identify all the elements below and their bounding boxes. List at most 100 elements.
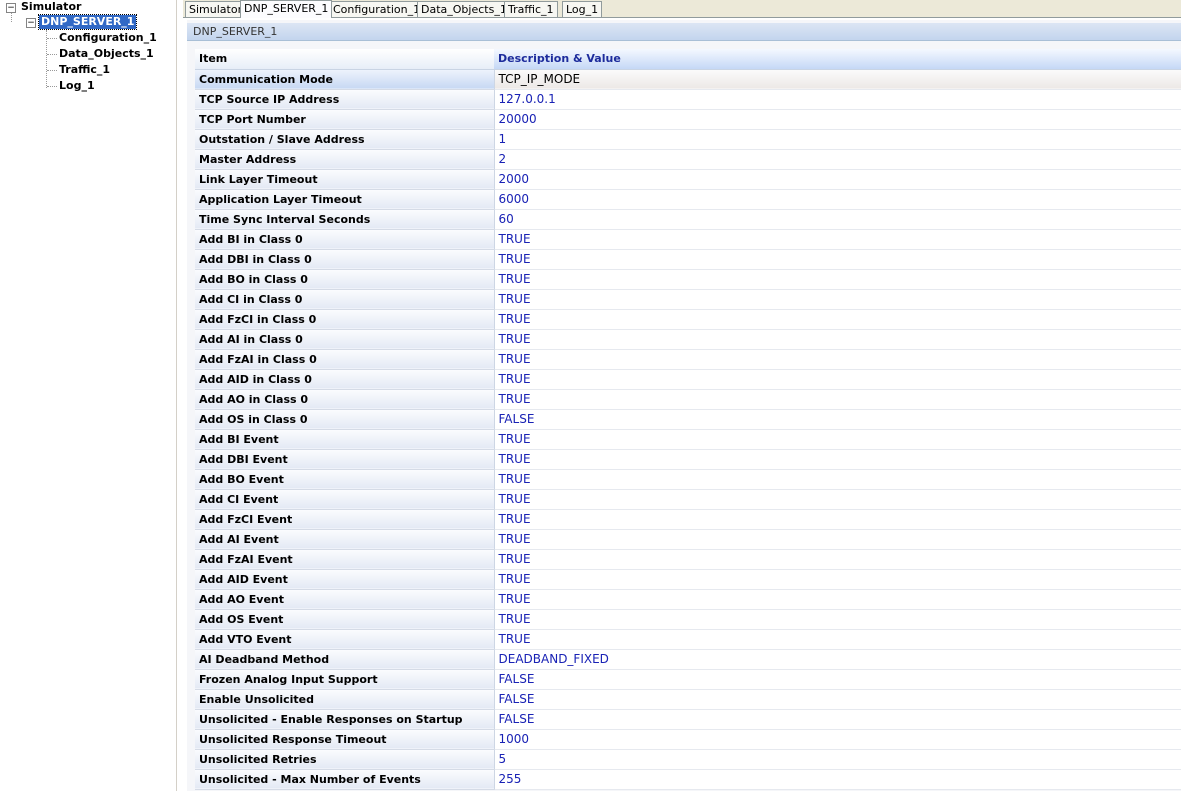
- property-value[interactable]: TRUE: [494, 469, 1181, 490]
- table-row[interactable]: Add OS in Class 0 FALSE: [195, 409, 1181, 430]
- tree-line: [47, 54, 57, 55]
- property-value[interactable]: 1: [494, 129, 1181, 150]
- property-name: Add OS Event: [195, 609, 495, 630]
- tree-node-log[interactable]: Log_1: [59, 79, 95, 93]
- property-value[interactable]: 60: [494, 209, 1181, 230]
- tab-simulator[interactable]: Simulator: [185, 1, 247, 17]
- table-row[interactable]: Link Layer Timeout 2000: [195, 169, 1181, 190]
- property-value[interactable]: TRUE: [494, 429, 1181, 450]
- table-row[interactable]: Unsolicited - Max Number of Events 255: [195, 769, 1181, 790]
- table-row[interactable]: Outstation / Slave Address 1: [195, 129, 1181, 150]
- property-value[interactable]: FALSE: [494, 669, 1181, 690]
- property-value[interactable]: TRUE: [494, 449, 1181, 470]
- table-row[interactable]: Add BI in Class 0 TRUE: [195, 229, 1181, 250]
- table-row[interactable]: Enable Unsolicited FALSE: [195, 689, 1181, 710]
- property-name: Add FzCI in Class 0: [195, 309, 495, 330]
- table-row[interactable]: Frozen Analog Input Support FALSE: [195, 669, 1181, 690]
- table-row[interactable]: Unsolicited Response Timeout 1000: [195, 729, 1181, 750]
- property-value[interactable]: 127.0.0.1: [494, 89, 1181, 110]
- table-row[interactable]: Add OS Event TRUE: [195, 609, 1181, 630]
- table-row[interactable]: Unsolicited Retries 5: [195, 749, 1181, 770]
- property-value[interactable]: TRUE: [494, 289, 1181, 310]
- property-value[interactable]: FALSE: [494, 709, 1181, 730]
- table-row[interactable]: Time Sync Interval Seconds 60: [195, 209, 1181, 230]
- property-value[interactable]: TRUE: [494, 329, 1181, 350]
- property-name: TCP Port Number: [195, 109, 495, 130]
- table-row[interactable]: Add BI Event TRUE: [195, 429, 1181, 450]
- tab-traffic[interactable]: Traffic_1: [504, 1, 558, 17]
- property-value[interactable]: TRUE: [494, 269, 1181, 290]
- property-value[interactable]: 20000: [494, 109, 1181, 130]
- property-grid: Item Description & Value Communication M…: [195, 49, 1181, 790]
- tab-log[interactable]: Log_1: [562, 1, 603, 17]
- property-value[interactable]: FALSE: [494, 409, 1181, 430]
- property-value[interactable]: TRUE: [494, 489, 1181, 510]
- table-row[interactable]: Add DBI in Class 0 TRUE: [195, 249, 1181, 270]
- table-row[interactable]: Add AO in Class 0 TRUE: [195, 389, 1181, 410]
- table-row[interactable]: Add FzCI Event TRUE: [195, 509, 1181, 530]
- table-row[interactable]: Add AID in Class 0 TRUE: [195, 369, 1181, 390]
- tab-configuration[interactable]: Configuration_1: [329, 1, 425, 17]
- property-value[interactable]: TRUE: [494, 509, 1181, 530]
- table-row[interactable]: Unsolicited - Enable Responses on Startu…: [195, 709, 1181, 730]
- property-value[interactable]: TRUE: [494, 549, 1181, 570]
- property-value[interactable]: TRUE: [494, 629, 1181, 650]
- property-value[interactable]: TRUE: [494, 249, 1181, 270]
- property-name: Add VTO Event: [195, 629, 495, 650]
- table-row[interactable]: Master Address 2: [195, 149, 1181, 170]
- table-row[interactable]: Add BO in Class 0 TRUE: [195, 269, 1181, 290]
- property-value[interactable]: TCP_IP_MODE: [494, 69, 1181, 90]
- property-value[interactable]: TRUE: [494, 229, 1181, 250]
- table-row[interactable]: Add FzAI Event TRUE: [195, 549, 1181, 570]
- table-row[interactable]: Add AID Event TRUE: [195, 569, 1181, 590]
- tab-data-objects[interactable]: Data_Objects_1: [417, 1, 511, 17]
- property-value[interactable]: 1000: [494, 729, 1181, 750]
- table-row[interactable]: AI Deadband Method DEADBAND_FIXED: [195, 649, 1181, 670]
- tree-node-simulator[interactable]: Simulator: [21, 0, 81, 14]
- property-value[interactable]: 5: [494, 749, 1181, 770]
- table-row[interactable]: Add AO Event TRUE: [195, 589, 1181, 610]
- collapse-icon[interactable]: −: [26, 18, 36, 28]
- tab-dnp-server[interactable]: DNP_SERVER_1: [240, 0, 333, 18]
- table-row[interactable]: Add FzAI in Class 0 TRUE: [195, 349, 1181, 370]
- collapse-icon[interactable]: −: [6, 3, 16, 13]
- property-value[interactable]: TRUE: [494, 569, 1181, 590]
- property-value[interactable]: DEADBAND_FIXED: [494, 649, 1181, 670]
- property-value[interactable]: 6000: [494, 189, 1181, 210]
- tree-node-data-objects[interactable]: Data_Objects_1: [59, 47, 154, 61]
- property-value[interactable]: 2: [494, 149, 1181, 170]
- column-header-value[interactable]: Description & Value: [494, 49, 1181, 70]
- property-value[interactable]: FALSE: [494, 689, 1181, 710]
- table-row[interactable]: Add FzCI in Class 0 TRUE: [195, 309, 1181, 330]
- property-value[interactable]: TRUE: [494, 369, 1181, 390]
- table-row[interactable]: Add CI Event TRUE: [195, 489, 1181, 510]
- properties-panel: DNP_SERVER_1 Item Description & Value Co…: [187, 20, 1181, 791]
- table-row[interactable]: Communication Mode TCP_IP_MODE: [195, 69, 1181, 90]
- tree-node-traffic[interactable]: Traffic_1: [59, 63, 110, 77]
- property-value[interactable]: TRUE: [494, 529, 1181, 550]
- property-value[interactable]: TRUE: [494, 589, 1181, 610]
- table-row[interactable]: Add AI in Class 0 TRUE: [195, 329, 1181, 350]
- property-value[interactable]: TRUE: [494, 349, 1181, 370]
- table-row[interactable]: Add VTO Event TRUE: [195, 629, 1181, 650]
- property-value[interactable]: TRUE: [494, 309, 1181, 330]
- tab-strip: Simulator DNP_SERVER_1 Configuration_1 D…: [183, 0, 1181, 18]
- tree-view[interactable]: − Simulator − DNP_SERVER_1 Configuration…: [0, 0, 177, 791]
- property-value[interactable]: 255: [494, 769, 1181, 790]
- tree-node-configuration[interactable]: Configuration_1: [59, 31, 157, 45]
- property-name: Add AID in Class 0: [195, 369, 495, 390]
- tree-node-dnp-server[interactable]: DNP_SERVER_1: [37, 14, 138, 30]
- table-row[interactable]: Add CI in Class 0 TRUE: [195, 289, 1181, 310]
- property-name: Master Address: [195, 149, 495, 170]
- table-row[interactable]: Application Layer Timeout 6000: [195, 189, 1181, 210]
- property-name: Add DBI in Class 0: [195, 249, 495, 270]
- property-value[interactable]: TRUE: [494, 609, 1181, 630]
- table-row[interactable]: TCP Port Number 20000: [195, 109, 1181, 130]
- table-row[interactable]: Add AI Event TRUE: [195, 529, 1181, 550]
- column-header-item[interactable]: Item: [195, 49, 494, 70]
- table-row[interactable]: Add DBI Event TRUE: [195, 449, 1181, 470]
- table-row[interactable]: TCP Source IP Address 127.0.0.1: [195, 89, 1181, 110]
- property-value[interactable]: 2000: [494, 169, 1181, 190]
- property-value[interactable]: TRUE: [494, 389, 1181, 410]
- table-row[interactable]: Add BO Event TRUE: [195, 469, 1181, 490]
